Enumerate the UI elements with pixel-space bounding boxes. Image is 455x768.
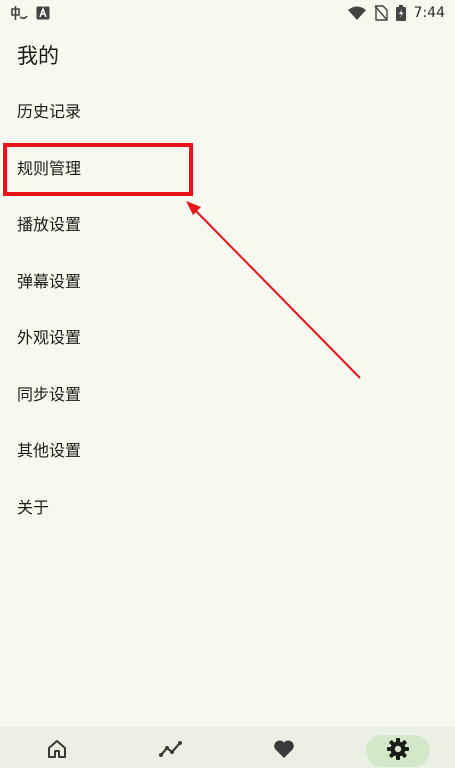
a-badge-icon: [36, 6, 50, 20]
menu-item-label: 弹幕设置: [17, 271, 82, 291]
nav-pill: [139, 735, 203, 767]
home-icon: [47, 739, 67, 763]
settings-menu: 历史记录 规则管理 播放设置 弹幕设置 外观设置 同步设置 其他设置 关于: [0, 82, 455, 534]
nav-pill-active: [366, 735, 431, 767]
heart-icon: [273, 739, 295, 763]
menu-item-label: 外观设置: [17, 328, 82, 348]
nav-home[interactable]: [0, 727, 113, 768]
settings-gear-icon: [387, 738, 410, 764]
battery-charging-icon: [395, 5, 406, 21]
nav-trending[interactable]: [114, 727, 227, 768]
nav-settings[interactable]: [342, 727, 455, 768]
page-title: 我的: [17, 44, 59, 68]
status-time: 7:44: [413, 5, 445, 21]
menu-item-appearance-settings[interactable]: 外观设置: [0, 308, 455, 365]
menu-item-history[interactable]: 历史记录: [0, 82, 455, 139]
status-bar: 7:44: [0, 0, 455, 26]
menu-item-label: 规则管理: [17, 158, 82, 178]
menu-item-label: 同步设置: [17, 384, 82, 404]
menu-item-label: 历史记录: [17, 102, 82, 122]
nav-pill: [25, 735, 89, 767]
nav-pill: [252, 735, 316, 767]
app-notification-icon: [10, 5, 28, 21]
menu-item-about[interactable]: 关于: [0, 478, 455, 535]
menu-item-sync-settings[interactable]: 同步设置: [0, 365, 455, 422]
bottom-navigation-bar: [0, 727, 455, 768]
menu-item-label: 其他设置: [17, 441, 82, 461]
menu-item-other-settings[interactable]: 其他设置: [0, 421, 455, 478]
nav-favorites[interactable]: [228, 727, 341, 768]
status-bar-left: [0, 5, 50, 21]
menu-item-label: 播放设置: [17, 215, 82, 235]
no-sim-icon: [374, 5, 388, 21]
menu-item-danmaku-settings[interactable]: 弹幕设置: [0, 252, 455, 309]
status-bar-right: 7:44: [347, 5, 455, 21]
wifi-icon: [347, 6, 366, 20]
trending-icon: [158, 739, 183, 763]
menu-item-rule-management[interactable]: 规则管理: [0, 139, 455, 196]
menu-item-playback-settings[interactable]: 播放设置: [0, 195, 455, 252]
menu-item-label: 关于: [17, 497, 50, 517]
